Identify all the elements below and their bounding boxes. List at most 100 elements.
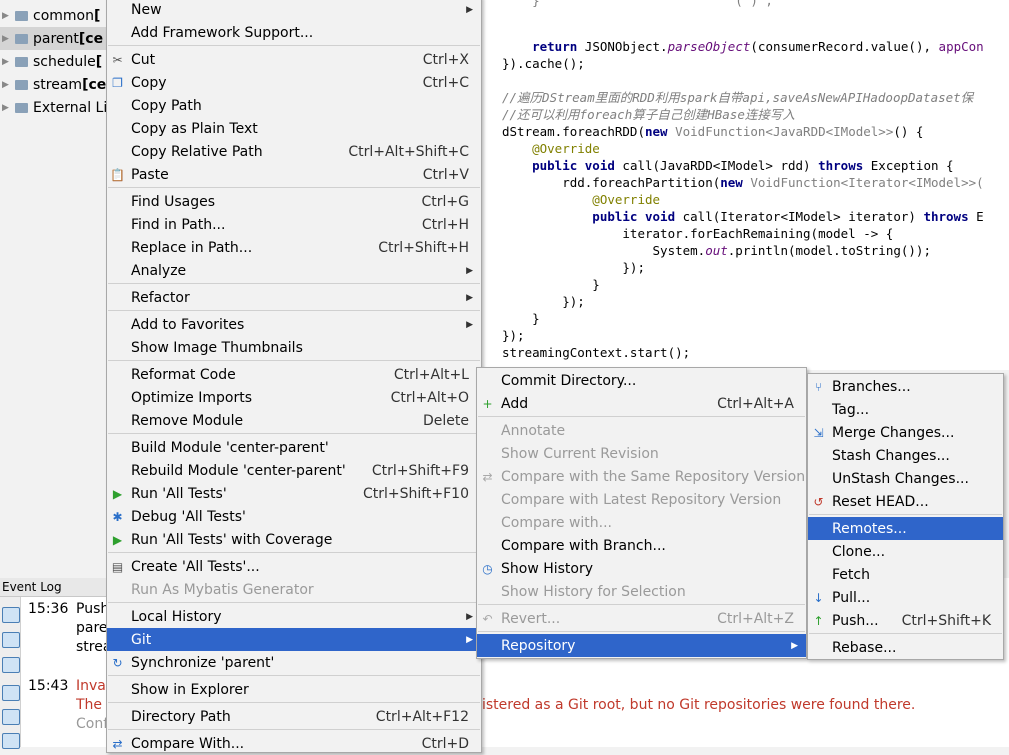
menu-item-branches[interactable]: ⑂ Branches... xyxy=(808,375,1003,398)
menu-item-build-module-center-parent[interactable]: Build Module 'center-parent' xyxy=(107,436,481,459)
menu-item-new[interactable]: New ▶ xyxy=(107,0,481,21)
menu-item-label: Revert... xyxy=(501,610,561,627)
menu-item-label: Annotate xyxy=(501,422,566,439)
menu-item-rebase[interactable]: Rebase... xyxy=(808,636,1003,659)
menu-item-shortcut: Ctrl+Alt+F12 xyxy=(375,708,469,725)
menu-item-label: Copy Path xyxy=(131,97,202,114)
menu-item-pull[interactable]: ↓ Pull... xyxy=(808,586,1003,609)
menu-item-shortcut: Ctrl+G xyxy=(421,193,470,210)
menu-item-shortcut: Ctrl+X xyxy=(422,51,469,68)
git-submenu: Commit Directory... + Add Ctrl+Alt+A Annotat… xyxy=(476,367,807,659)
menu-item-clone[interactable]: Clone... xyxy=(808,540,1003,563)
menu-item-fetch[interactable]: Fetch xyxy=(808,563,1003,586)
menu-item-commit-directory[interactable]: Commit Directory... xyxy=(477,369,806,392)
menu-item-shortcut: Ctrl+Shift+H xyxy=(378,239,469,256)
menu-separator xyxy=(478,416,805,417)
menu-item-shortcut: Ctrl+Alt+O xyxy=(390,389,469,406)
menu-item-synchronize-parent[interactable]: ↻ Synchronize 'parent' xyxy=(107,651,481,674)
menu-item-show-in-explorer[interactable]: Show in Explorer xyxy=(107,678,481,701)
menu-item-add[interactable]: + Add Ctrl+Alt+A xyxy=(477,392,806,415)
submenu-arrow-icon: ▶ xyxy=(466,611,473,622)
menu-item-show-image-thumbnails[interactable]: Show Image Thumbnails xyxy=(107,336,481,359)
menu-item-label: Branches... xyxy=(832,378,911,395)
tree-item-stream[interactable]: ▶ stream [ce xyxy=(0,73,110,96)
menu-item-copy[interactable]: ❐ Copy Ctrl+C xyxy=(107,71,481,94)
menu-item-add-to-favorites[interactable]: Add to Favorites ▶ xyxy=(107,313,481,336)
tree-item-common[interactable]: ▶ common [ xyxy=(0,4,110,27)
menu-separator xyxy=(108,602,480,603)
menu-item-run-all-tests-with-coverage[interactable]: ▶ Run 'All Tests' with Coverage xyxy=(107,528,481,551)
menu-item-label: Compare with Latest Repository Version xyxy=(501,491,782,508)
menu-item-shortcut: Ctrl+H xyxy=(421,216,469,233)
menu-item-label: Analyze xyxy=(131,262,187,279)
menu-item-reset-head[interactable]: ↺ Reset HEAD... xyxy=(808,490,1003,513)
menu-item-label: Merge Changes... xyxy=(832,424,955,441)
menu-item-compare-with-the-same-repository-version: ⇄ Compare with the Same Repository Versio… xyxy=(477,465,806,488)
menu-item-merge-changes[interactable]: ⇲ Merge Changes... xyxy=(808,421,1003,444)
menu-item-add-framework-support[interactable]: Add Framework Support... xyxy=(107,21,481,44)
revert-icon: ↶ xyxy=(482,611,493,626)
expand-arrow-icon[interactable]: ▶ xyxy=(2,11,12,21)
tree-item-schedule[interactable]: ▶ schedule [ xyxy=(0,50,110,73)
menu-item-compare-with-branch[interactable]: Compare with Branch... xyxy=(477,534,806,557)
menu-item-unstash-changes[interactable]: UnStash Changes... xyxy=(808,467,1003,490)
menu-item-local-history[interactable]: Local History ▶ xyxy=(107,605,481,628)
menu-item-debug-all-tests[interactable]: ✱ Debug 'All Tests' xyxy=(107,505,481,528)
tree-item-label: parent xyxy=(33,30,79,47)
menu-item-directory-path[interactable]: Directory Path Ctrl+Alt+F12 xyxy=(107,705,481,728)
menu-item-push[interactable]: ↑ Push... Ctrl+Shift+K xyxy=(808,609,1003,632)
menu-item-cut[interactable]: ✂ Cut Ctrl+X xyxy=(107,48,481,71)
menu-item-shortcut: Ctrl+Alt+Shift+C xyxy=(348,143,469,160)
menu-item-label: Debug 'All Tests' xyxy=(131,508,246,525)
menu-item-label: Optimize Imports xyxy=(131,389,252,406)
menu-item-replace-in-path[interactable]: Replace in Path... Ctrl+Shift+H xyxy=(107,236,481,259)
expand-arrow-icon[interactable]: ▶ xyxy=(2,80,12,90)
code-line: System.out.println(model.toString()); xyxy=(502,243,931,258)
menu-item-stash-changes[interactable]: Stash Changes... xyxy=(808,444,1003,467)
expand-arrow-icon[interactable]: ▶ xyxy=(2,103,12,113)
tree-item-external-li[interactable]: ▶ External Li xyxy=(0,96,110,119)
event-log-tab[interactable]: Event Log xyxy=(0,578,112,597)
code-editor[interactable]: } ( ) ; return JSONObject.parseObject(co… xyxy=(480,0,1009,370)
menu-item-create-all-tests[interactable]: ▤ Create 'All Tests'... xyxy=(107,555,481,578)
menu-item-label: Push... xyxy=(832,612,879,629)
event-log-entries: 15:36 Push pare strea 15:43 Inval The Conf xyxy=(0,597,110,747)
menu-item-repository[interactable]: Repository ▶ xyxy=(477,634,806,657)
menu-separator xyxy=(108,187,480,188)
menu-item-find-usages[interactable]: Find Usages Ctrl+G xyxy=(107,190,481,213)
menu-item-copy-relative-path[interactable]: Copy Relative Path Ctrl+Alt+Shift+C xyxy=(107,140,481,163)
menu-separator xyxy=(108,360,480,361)
menu-item-paste[interactable]: 📋 Paste Ctrl+V xyxy=(107,163,481,186)
menu-item-label: Compare With... xyxy=(131,735,245,752)
menu-item-reformat-code[interactable]: Reformat Code Ctrl+Alt+L xyxy=(107,363,481,386)
menu-separator xyxy=(108,729,480,730)
plus-icon: + xyxy=(482,396,493,411)
menu-item-remove-module[interactable]: Remove Module Delete xyxy=(107,409,481,432)
menu-item-tag[interactable]: Tag... xyxy=(808,398,1003,421)
menu-item-label: Repository xyxy=(501,637,576,654)
menu-item-remotes[interactable]: Remotes... xyxy=(808,517,1003,540)
tree-item-label: External Li xyxy=(33,99,108,116)
menu-item-show-history[interactable]: ◷ Show History xyxy=(477,557,806,580)
code-line-fragment: } ( ) ; xyxy=(502,0,773,8)
menu-item-analyze[interactable]: Analyze ▶ xyxy=(107,259,481,282)
expand-arrow-icon[interactable]: ▶ xyxy=(2,34,12,44)
menu-item-compare-with[interactable]: ⇄ Compare With... Ctrl+D xyxy=(107,732,481,755)
menu-item-revert: ↶ Revert... Ctrl+Alt+Z xyxy=(477,607,806,630)
vcs-pull-icon: ↓ xyxy=(813,590,824,605)
repository-submenu: ⑂ Branches... Tag... ⇲ Merge Changes... Stash… xyxy=(807,373,1004,660)
menu-item-copy-as-plain-text[interactable]: Copy as Plain Text xyxy=(107,117,481,140)
menu-item-compare-with: Compare with... xyxy=(477,511,806,534)
menu-item-shortcut: Ctrl+D xyxy=(421,735,469,752)
expand-arrow-icon[interactable]: ▶ xyxy=(2,57,12,67)
menu-item-rebuild-module-center-parent[interactable]: Rebuild Module 'center-parent' Ctrl+Shift… xyxy=(107,459,481,482)
menu-item-git[interactable]: Git ▶ xyxy=(107,628,481,651)
menu-item-label: Reset HEAD... xyxy=(832,493,929,510)
tree-item-parent[interactable]: ▶ parent [ce xyxy=(0,27,110,50)
menu-item-label: Fetch xyxy=(832,566,870,583)
menu-item-run-all-tests[interactable]: ▶ Run 'All Tests' Ctrl+Shift+F10 xyxy=(107,482,481,505)
menu-item-refactor[interactable]: Refactor ▶ xyxy=(107,286,481,309)
menu-item-find-in-path[interactable]: Find in Path... Ctrl+H xyxy=(107,213,481,236)
menu-item-optimize-imports[interactable]: Optimize Imports Ctrl+Alt+O xyxy=(107,386,481,409)
menu-item-copy-path[interactable]: Copy Path xyxy=(107,94,481,117)
